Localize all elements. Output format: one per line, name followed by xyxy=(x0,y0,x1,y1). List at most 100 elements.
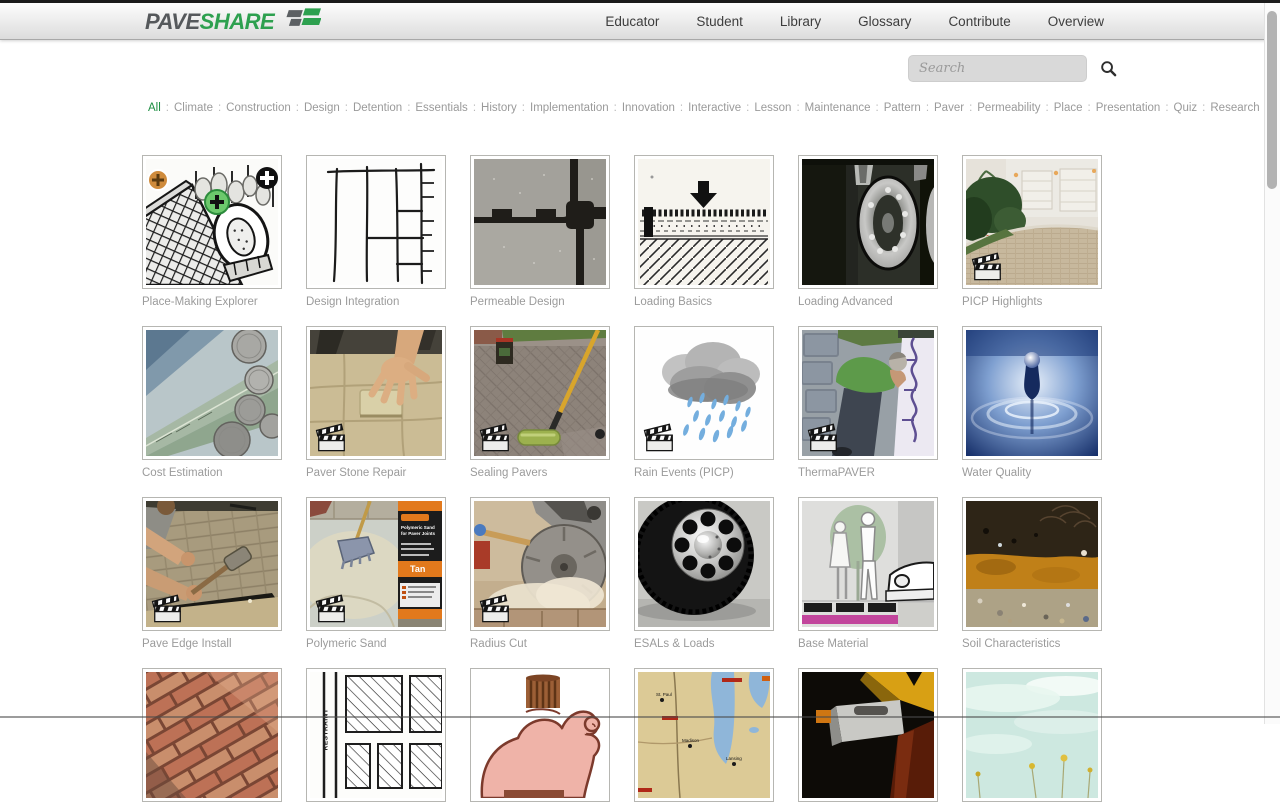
nav-contribute[interactable]: Contribute xyxy=(948,14,1010,29)
thumbnail-edge-restraint-drawing: RESTRAINT xyxy=(310,672,442,798)
tag-separator: : xyxy=(1202,102,1205,114)
tag-separator: : xyxy=(1165,102,1168,114)
tag-separator: : xyxy=(296,102,299,114)
grid-cell: ThermaPAVER xyxy=(798,326,938,480)
card-sealing-pavers[interactable] xyxy=(470,326,610,460)
card-title: Pave Edge Install xyxy=(142,637,282,651)
filter-tag-pattern[interactable]: Pattern xyxy=(884,102,921,114)
card-rain-events[interactable] xyxy=(634,326,774,460)
card-loading-advanced[interactable] xyxy=(798,155,938,289)
logo-text-share: SHARE xyxy=(200,9,275,34)
site-logo[interactable]: PAVESHARE xyxy=(145,10,321,33)
filter-tag-innovation[interactable]: Innovation xyxy=(622,102,675,114)
thumbnail-permeable-design xyxy=(474,159,606,285)
filter-tag-permeability[interactable]: Permeability xyxy=(977,102,1040,114)
filter-tag-all[interactable]: All xyxy=(148,102,161,114)
filter-tag-climate[interactable]: Climate xyxy=(174,102,213,114)
tag-separator: : xyxy=(969,102,972,114)
card-soil-characteristics[interactable] xyxy=(962,497,1102,631)
thumbnail-pave-edge-install xyxy=(146,501,278,627)
card-permeable-design[interactable] xyxy=(470,155,610,289)
card-title: Loading Basics xyxy=(634,295,774,309)
tag-separator: : xyxy=(680,102,683,114)
card-loading-basics[interactable] xyxy=(634,155,774,289)
tag-separator: : xyxy=(522,102,525,114)
logo-text-pave: PAVE xyxy=(145,9,200,34)
card-design-integration[interactable] xyxy=(306,155,446,289)
window-top-edge xyxy=(0,0,1280,3)
clapperboard-icon xyxy=(315,592,348,623)
search-input[interactable] xyxy=(908,55,1087,82)
card-title: Rain Events (PICP) xyxy=(634,466,774,480)
thumbnail-esals-loads xyxy=(638,501,770,627)
card-title: ThermaPAVER xyxy=(798,466,938,480)
grid-cell: Radius Cut xyxy=(470,497,610,651)
card-paver-stone-repair[interactable] xyxy=(306,326,446,460)
tag-separator: : xyxy=(926,102,929,114)
filter-tag-quiz[interactable]: Quiz xyxy=(1174,102,1198,114)
card-base-material[interactable] xyxy=(798,497,938,631)
card-title: Permeable Design xyxy=(470,295,610,309)
card-dark-machine[interactable] xyxy=(798,668,938,802)
card-esals-loads[interactable] xyxy=(634,497,774,631)
filter-tag-research[interactable]: Research xyxy=(1210,102,1259,114)
nav-glossary[interactable]: Glossary xyxy=(858,14,911,29)
card-edge-restraint-drawing[interactable]: RESTRAINT xyxy=(306,668,446,802)
filter-tag-lesson[interactable]: Lesson xyxy=(754,102,791,114)
filter-tag-paver[interactable]: Paver xyxy=(934,102,964,114)
card-title: Soil Characteristics xyxy=(962,637,1102,651)
scrollbar-thumb[interactable] xyxy=(1267,11,1277,189)
filter-tag-detention[interactable]: Detention xyxy=(353,102,402,114)
filter-tag-place[interactable]: Place xyxy=(1054,102,1083,114)
card-picp-highlights[interactable] xyxy=(962,155,1102,289)
card-title: Place-Making Explorer xyxy=(142,295,282,309)
filter-tag-design[interactable]: Design xyxy=(304,102,340,114)
card-red-pavers[interactable] xyxy=(142,668,282,802)
card-teal-sky[interactable] xyxy=(962,668,1102,802)
grid-cell: St. PaulMadisonLansing xyxy=(634,668,774,808)
tag-separator: : xyxy=(407,102,410,114)
tag-separator: : xyxy=(614,102,617,114)
filter-tag-construction[interactable]: Construction xyxy=(226,102,291,114)
grid-cell: Rain Events (PICP) xyxy=(634,326,774,480)
card-pave-edge-install[interactable] xyxy=(142,497,282,631)
filter-tag-presentation[interactable]: Presentation xyxy=(1096,102,1161,114)
thumbnail-place-making xyxy=(146,159,278,285)
tag-separator: : xyxy=(876,102,879,114)
card-water-quality[interactable] xyxy=(962,326,1102,460)
card-place-making[interactable] xyxy=(142,155,282,289)
filter-tag-implementation[interactable]: Implementation xyxy=(530,102,609,114)
clapperboard-icon xyxy=(643,421,676,452)
nav-educator[interactable]: Educator xyxy=(605,14,659,29)
clapperboard-icon xyxy=(151,592,184,623)
filter-tag-maintenance[interactable]: Maintenance xyxy=(805,102,871,114)
grid-cell: Permeable Design xyxy=(470,155,610,309)
clapperboard-icon xyxy=(807,421,840,452)
filter-tag-interactive[interactable]: Interactive xyxy=(688,102,741,114)
nav-overview[interactable]: Overview xyxy=(1048,14,1104,29)
main-nav: Educator Student Library Glossary Contribute… xyxy=(605,3,1104,40)
nav-student[interactable]: Student xyxy=(696,14,743,29)
thumbnail-soil-characteristics xyxy=(966,501,1098,627)
grid-cell: Design Integration xyxy=(306,155,446,309)
clapperboard-icon xyxy=(479,421,512,452)
grid-cell: Loading Advanced xyxy=(798,155,938,309)
tag-separator: : xyxy=(1088,102,1091,114)
card-radius-cut[interactable] xyxy=(470,497,610,631)
thumbnail-regional-map: St. PaulMadisonLansing xyxy=(638,672,770,798)
grid-cell: Cost Estimation xyxy=(142,326,282,480)
card-cartoon-figure[interactable] xyxy=(470,668,610,802)
card-thermapaver[interactable] xyxy=(798,326,938,460)
card-title: Loading Advanced xyxy=(798,295,938,309)
site-header: PAVESHARE Educator Student Library Glossary… xyxy=(0,3,1280,40)
card-polymeric-sand[interactable]: Polymeric Sand for Paver JointsTan xyxy=(306,497,446,631)
card-title: ESALs & Loads xyxy=(634,637,774,651)
card-title: Paver Stone Repair xyxy=(306,466,446,480)
card-cost-estimation[interactable] xyxy=(142,326,282,460)
card-regional-map[interactable]: St. PaulMadisonLansing xyxy=(634,668,774,802)
thumbnail-teal-sky xyxy=(966,672,1098,798)
filter-tag-essentials[interactable]: Essentials xyxy=(415,102,467,114)
filter-tag-history[interactable]: History xyxy=(481,102,517,114)
nav-library[interactable]: Library xyxy=(780,14,821,29)
search-icon[interactable] xyxy=(1099,60,1117,78)
